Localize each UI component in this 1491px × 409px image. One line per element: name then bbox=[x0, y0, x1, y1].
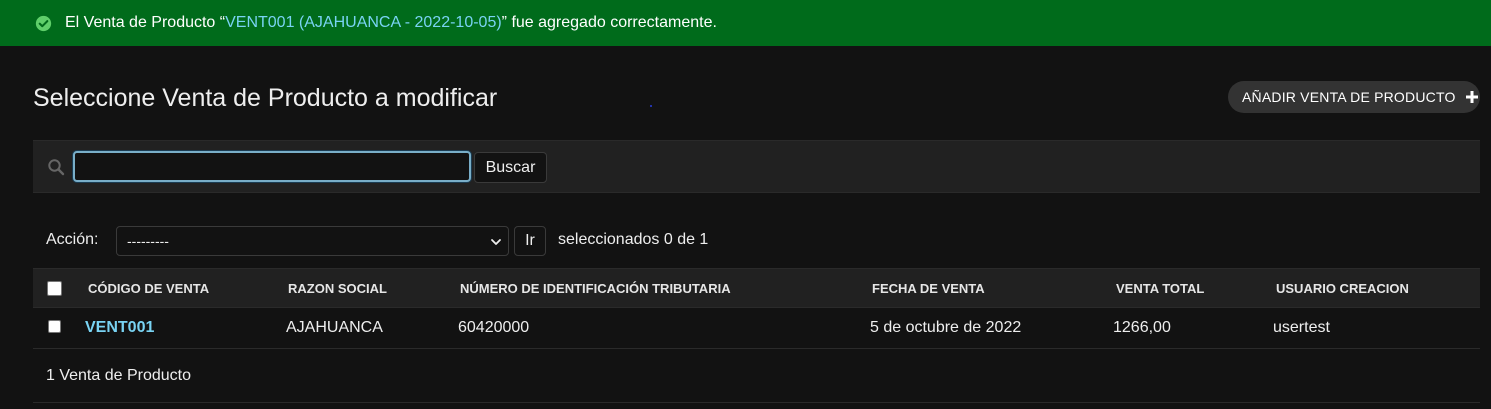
message-suffix: ” fue agregado correctamente. bbox=[501, 14, 717, 31]
table-row: VENT001 AJAHUANCA 60420000 5 de octubre … bbox=[33, 308, 1480, 349]
row-venta-total: 1266,00 bbox=[1113, 319, 1171, 336]
paginator: 1 Venta de Producto bbox=[33, 349, 1480, 403]
message-object-link[interactable]: VENT001 (AJAHUANCA - 2022-10-05) bbox=[225, 14, 502, 32]
page-title: Seleccione Venta de Producto a modificar bbox=[33, 84, 498, 112]
search-input[interactable] bbox=[73, 151, 471, 182]
action-select[interactable]: --------- bbox=[116, 226, 509, 256]
plus-icon bbox=[1465, 91, 1478, 103]
selected-count: seleccionados 0 de 1 bbox=[558, 231, 709, 248]
col-fecha-venta[interactable]: FECHA DE VENTA bbox=[872, 281, 985, 296]
col-razon-social[interactable]: RAZON SOCIAL bbox=[288, 281, 387, 296]
search-button[interactable]: Buscar bbox=[474, 152, 547, 183]
action-selected-option: --------- bbox=[127, 233, 169, 249]
row-fecha-venta: 5 de octubre de 2022 bbox=[870, 319, 1022, 336]
select-all-checkbox[interactable] bbox=[47, 281, 62, 296]
col-usuario-creacion[interactable]: USUARIO CREACION bbox=[1276, 281, 1409, 296]
row-razon-social: AJAHUANCA bbox=[286, 319, 383, 336]
col-nit[interactable]: NÚMERO DE IDENTIFICACIÓN TRIBUTARIA bbox=[460, 281, 731, 296]
row-nit: 60420000 bbox=[458, 319, 530, 336]
chevron-down-icon bbox=[491, 239, 501, 245]
result-count: 1 Venta de Producto bbox=[46, 367, 191, 384]
message-prefix: El Venta de Producto “ bbox=[65, 14, 226, 31]
go-button[interactable]: Ir bbox=[514, 226, 546, 256]
col-codigo-venta[interactable]: CÓDIGO DE VENTA bbox=[88, 281, 209, 296]
row-checkbox[interactable] bbox=[48, 320, 61, 333]
check-circle-icon bbox=[35, 15, 52, 31]
col-venta-total[interactable]: VENTA TOTAL bbox=[1116, 281, 1204, 296]
success-message: El Venta de Producto “VENT001 (AJAHUANCA… bbox=[0, 0, 1491, 46]
table-header: CÓDIGO DE VENTA RAZON SOCIAL NÚMERO DE I… bbox=[33, 268, 1480, 308]
action-label: Acción: bbox=[46, 231, 99, 248]
add-venta-button[interactable]: AÑADIR VENTA DE PRODUCTO bbox=[1228, 81, 1480, 113]
row-codigo-link[interactable]: VENT001 bbox=[85, 319, 154, 337]
stray-dot bbox=[650, 105, 652, 107]
row-usuario-creacion: usertest bbox=[1273, 319, 1330, 336]
search-bar: Buscar bbox=[33, 140, 1480, 193]
search-icon bbox=[48, 159, 65, 176]
add-venta-label: AÑADIR VENTA DE PRODUCTO bbox=[1242, 89, 1456, 105]
